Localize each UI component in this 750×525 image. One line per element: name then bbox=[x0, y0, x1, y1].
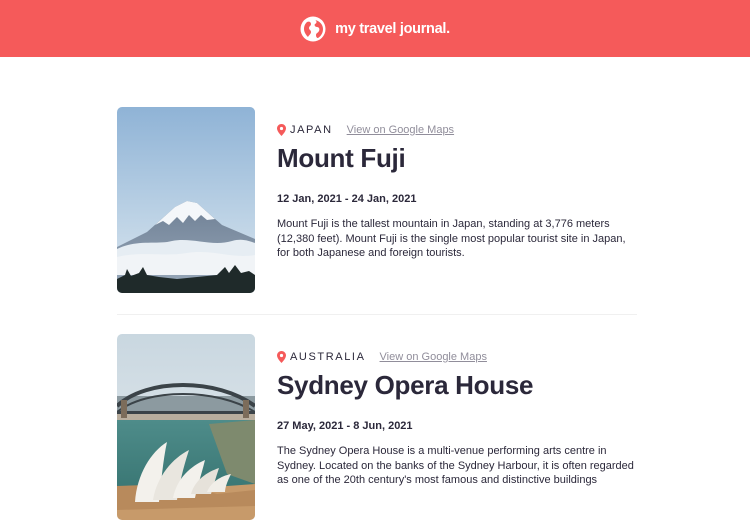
entry-description: The Sydney Opera House is a multi-venue … bbox=[277, 445, 634, 486]
entry-photo-mount-fuji bbox=[117, 107, 255, 293]
entry-info: JAPAN View on Google Maps Mount Fuji 12 … bbox=[277, 107, 637, 293]
globe-icon bbox=[300, 16, 326, 41]
journal-entry: AUSTRALIA View on Google Maps Sydney Ope… bbox=[117, 334, 637, 520]
location-row: AUSTRALIA View on Google Maps bbox=[277, 350, 637, 364]
location-row: JAPAN View on Google Maps bbox=[277, 123, 637, 137]
entry-dates: 27 May, 2021 - 8 Jun, 2021 bbox=[277, 420, 413, 432]
app-header: my travel journal. bbox=[0, 0, 750, 57]
journal-list: JAPAN View on Google Maps Mount Fuji 12 … bbox=[117, 57, 637, 520]
entry-title: Sydney Opera House bbox=[277, 370, 534, 400]
entry-country: AUSTRALIA bbox=[290, 351, 366, 363]
entry-photo-sydney-opera-house bbox=[117, 334, 255, 520]
entry-title: Mount Fuji bbox=[277, 143, 406, 173]
app-brand-title: my travel journal. bbox=[335, 20, 450, 37]
google-maps-link[interactable]: View on Google Maps bbox=[380, 351, 487, 363]
entry-description: Mount Fuji is the tallest mountain in Ja… bbox=[277, 218, 626, 259]
entry-dates: 12 Jan, 2021 - 24 Jan, 2021 bbox=[277, 193, 417, 205]
entry-info: AUSTRALIA View on Google Maps Sydney Ope… bbox=[277, 334, 637, 520]
journal-entry: JAPAN View on Google Maps Mount Fuji 12 … bbox=[117, 107, 637, 315]
map-pin-icon bbox=[277, 351, 286, 363]
google-maps-link[interactable]: View on Google Maps bbox=[347, 124, 454, 136]
map-pin-icon bbox=[277, 124, 286, 136]
entry-country: JAPAN bbox=[290, 124, 333, 136]
